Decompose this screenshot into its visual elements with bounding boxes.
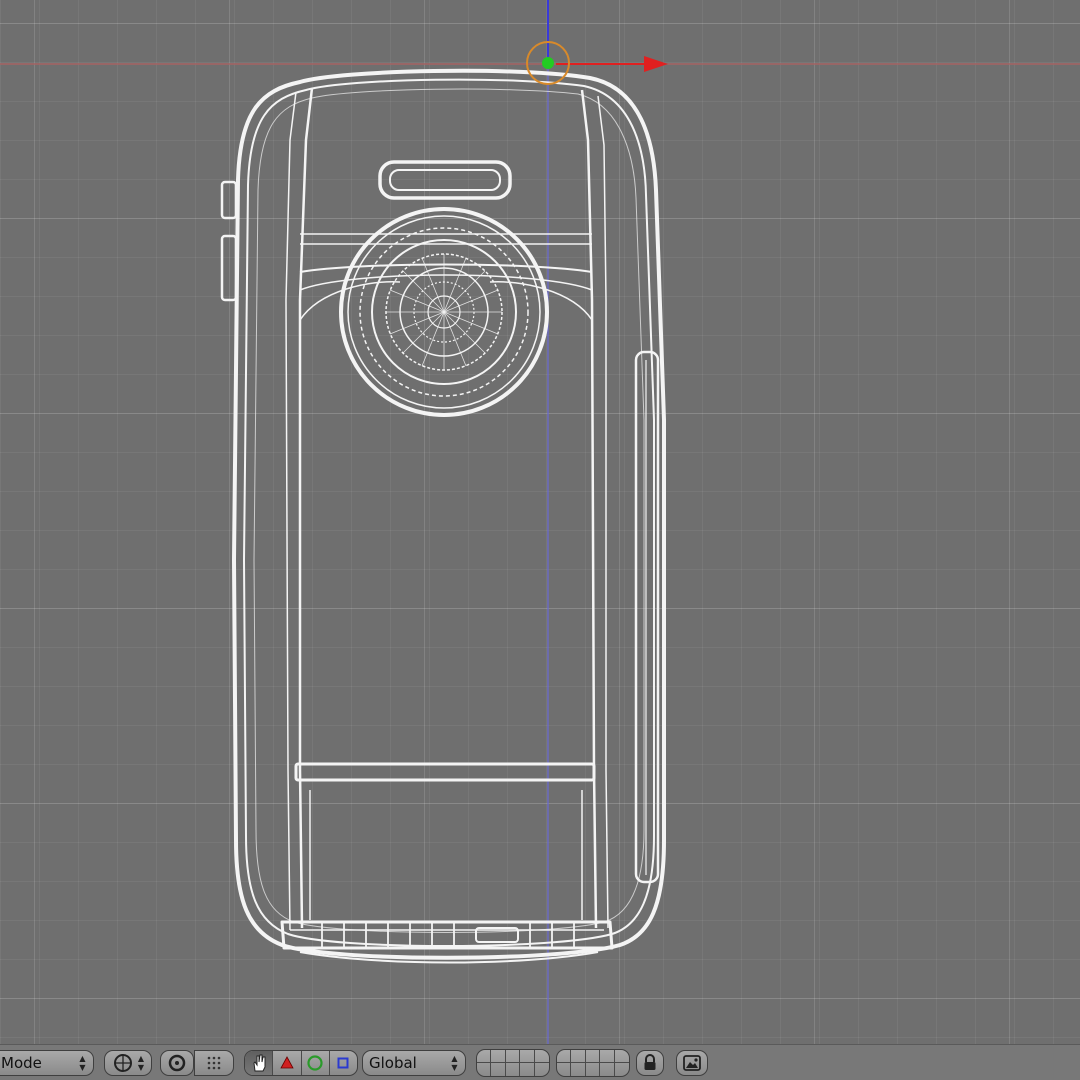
layer-button[interactable]: [600, 1063, 615, 1076]
mode-select-label: Mode: [1, 1054, 42, 1072]
snap-grid-button[interactable]: [194, 1050, 234, 1076]
translate-toggle[interactable]: [273, 1051, 302, 1075]
translate-arrow-icon: [280, 1056, 294, 1069]
layer-button[interactable]: [600, 1050, 615, 1063]
orientation-select[interactable]: Global ▲ ▼: [362, 1050, 466, 1076]
pivot-point-icon: [168, 1054, 186, 1072]
layer-button[interactable]: [520, 1050, 535, 1063]
render-button[interactable]: [676, 1050, 708, 1076]
layer-buttons-group-1: [476, 1049, 550, 1077]
lock-icon: [644, 1054, 656, 1070]
layer-button[interactable]: [614, 1050, 629, 1063]
3d-viewport[interactable]: [0, 0, 1080, 1044]
layer-button[interactable]: [535, 1063, 549, 1076]
layer-button[interactable]: [534, 1050, 549, 1063]
layer-button[interactable]: [491, 1063, 506, 1076]
layer-button[interactable]: [557, 1063, 572, 1076]
layer-button[interactable]: [506, 1063, 521, 1076]
layer-button[interactable]: [557, 1050, 572, 1063]
layer-button[interactable]: [615, 1063, 629, 1076]
pivot-point-button[interactable]: [160, 1050, 194, 1076]
manipulator-toggle[interactable]: [245, 1051, 274, 1075]
manipulator-center[interactable]: [542, 57, 554, 69]
layer-button[interactable]: [586, 1063, 601, 1076]
viewport-shading-button[interactable]: ▲ ▼: [104, 1050, 152, 1076]
layer-button[interactable]: [491, 1050, 506, 1063]
layer-buttons-group-2: [556, 1049, 630, 1077]
layer-button[interactable]: [477, 1063, 492, 1076]
mode-select[interactable]: Mode ▲ ▼: [0, 1050, 94, 1076]
layer-button[interactable]: [571, 1063, 586, 1076]
scale-toggle[interactable]: [330, 1051, 357, 1075]
rotate-icon: [307, 1055, 323, 1071]
layer-button[interactable]: [571, 1050, 586, 1063]
layer-button[interactable]: [477, 1050, 492, 1063]
layer-button[interactable]: [505, 1050, 521, 1063]
select-arrows-icon: ▲ ▼: [451, 1054, 458, 1072]
x-arrow-head[interactable]: [644, 56, 668, 72]
orientation-select-label: Global: [369, 1054, 417, 1072]
rotate-toggle[interactable]: [302, 1051, 330, 1075]
viewport-canvas[interactable]: [0, 0, 1080, 1044]
layer-button[interactable]: [520, 1063, 535, 1076]
viewport-shading-icon: [113, 1054, 132, 1072]
hand-icon: [253, 1054, 266, 1072]
render-icon: [683, 1055, 701, 1071]
lock-layers-button[interactable]: [636, 1050, 664, 1076]
layer-button[interactable]: [585, 1050, 601, 1063]
scale-icon: [337, 1057, 349, 1069]
manipulator-group: [244, 1050, 358, 1076]
phone-wireframe-mesh: [220, 68, 666, 964]
select-arrows-icon: ▲ ▼: [79, 1054, 86, 1072]
viewport-header: Mode ▲ ▼ ▲ ▼ Global ▲ ▼: [0, 1044, 1080, 1080]
grid-dots-icon: [207, 1056, 221, 1070]
